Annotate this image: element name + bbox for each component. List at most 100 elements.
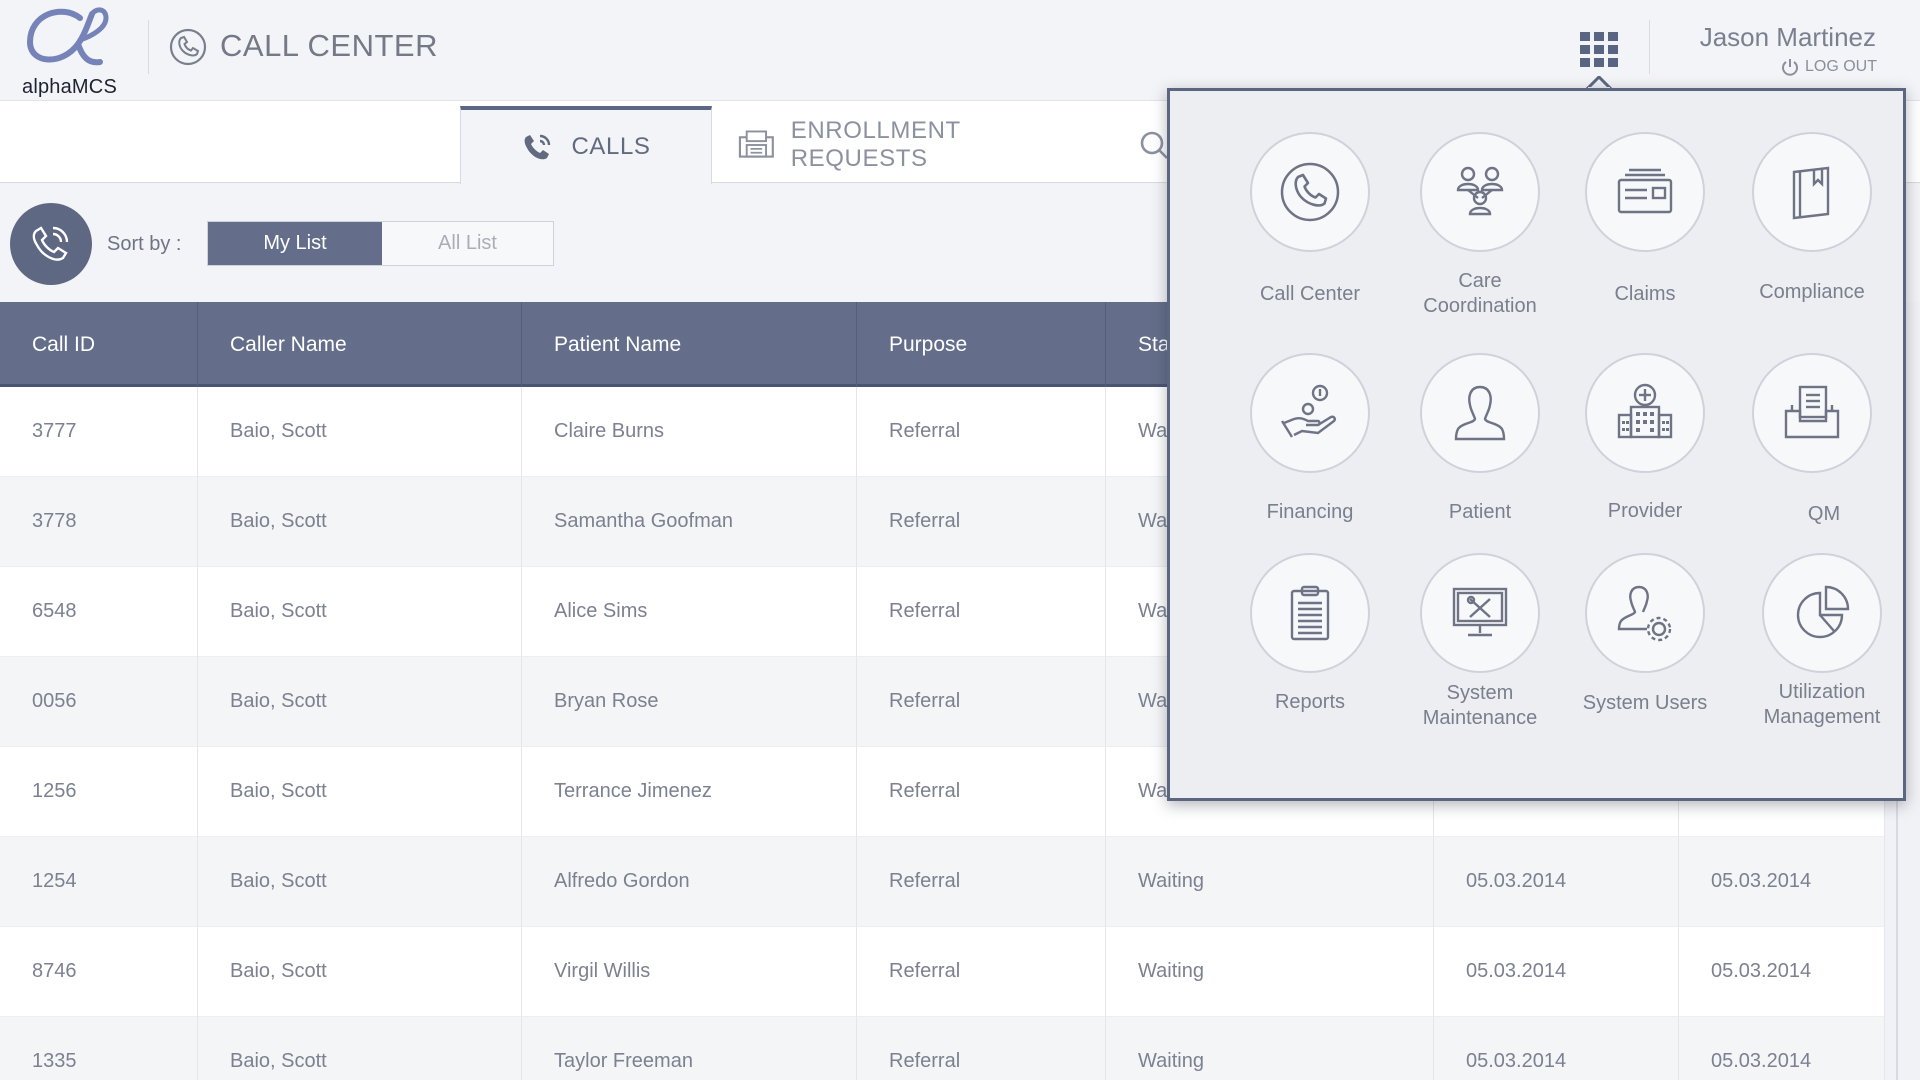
app-circle: [1585, 132, 1705, 252]
column-header-call-id[interactable]: Call ID: [0, 302, 198, 387]
cell-purpose: Referral: [857, 1017, 1106, 1080]
tab-enrollment-label: ENROLLMENT REQUESTS: [790, 117, 961, 172]
cell-call-id: 1256: [0, 747, 198, 837]
system-maintenance-icon: [1452, 587, 1508, 637]
cell-caller-name: Baio, Scott: [198, 657, 522, 747]
app-circle: [1752, 353, 1872, 473]
tab-enrollment-requests[interactable]: ENROLLMENT REQUESTS: [734, 106, 1094, 184]
cell-caller-name: Baio, Scott: [198, 567, 522, 657]
cell-date-2: 05.03.2014: [1679, 837, 1885, 927]
app-utilization-management[interactable]: Utilization Management: [1732, 553, 1912, 753]
phone-ringing-icon: [32, 226, 69, 261]
app-label: Reports: [1274, 691, 1346, 713]
cell-date-2: 05.03.2014: [1679, 927, 1885, 1017]
cell-patient-name: Alfredo Gordon: [522, 837, 857, 927]
user-name: Jason Martinez: [1699, 22, 1876, 52]
qm-inbox-icon: [1784, 385, 1840, 439]
app-circle: [1585, 353, 1705, 473]
app-header: alphaMCS CALL CENTER Jason Martinez LOG …: [0, 0, 1920, 101]
cell-call-id: 1335: [0, 1017, 198, 1080]
table-row[interactable]: 8746 Baio, Scott Virgil Willis Referral …: [0, 927, 1885, 1017]
apps-grid-button[interactable]: [1576, 28, 1622, 72]
cell-status: Waiting: [1106, 837, 1434, 927]
column-header-patient-name[interactable]: Patient Name: [522, 302, 857, 387]
cell-purpose: Referral: [857, 747, 1106, 837]
compliance-book-icon: [1792, 166, 1830, 220]
cell-patient-name: Bryan Rose: [522, 657, 857, 747]
my-list-button[interactable]: My List: [208, 222, 382, 265]
sort-by-label: Sort by :: [107, 233, 182, 255]
app-label: Patient: [1448, 501, 1512, 523]
list-filter-toggle: My List All List: [207, 221, 554, 266]
power-icon: [1782, 59, 1798, 76]
app-label: System Maintenance: [1422, 682, 1538, 729]
app-reports[interactable]: Reports: [1220, 553, 1400, 753]
cell-purpose: Referral: [857, 387, 1106, 477]
cell-call-id: 0056: [0, 657, 198, 747]
app-financing[interactable]: Financing: [1220, 353, 1400, 553]
cell-patient-name: Claire Burns: [522, 387, 857, 477]
cell-date-2: 05.03.2014: [1679, 1017, 1885, 1080]
logout-link[interactable]: LOG OUT: [1781, 58, 1877, 76]
phone-icon: [1280, 162, 1340, 222]
app-claims[interactable]: Claims: [1555, 132, 1735, 332]
app-system-maintenance[interactable]: System Maintenance: [1390, 553, 1570, 753]
phone-ringing-icon: [525, 134, 551, 160]
patient-icon: [1454, 385, 1506, 441]
cell-call-id: 8746: [0, 927, 198, 1017]
fax-icon: [738, 130, 774, 158]
app-provider[interactable]: Provider: [1555, 353, 1735, 553]
claims-icon: [1617, 168, 1673, 214]
system-users-icon: [1617, 585, 1672, 642]
app-compliance[interactable]: Compliance: [1722, 132, 1902, 332]
app-title: CALL CENTER: [220, 28, 438, 63]
cell-status: Waiting: [1106, 927, 1434, 1017]
app-patient[interactable]: Patient: [1390, 353, 1570, 553]
app-label: Utilization Management: [1763, 681, 1881, 728]
app-circle: [1250, 353, 1370, 473]
app-circle: [1420, 353, 1540, 473]
care-team-icon: [1456, 166, 1504, 216]
logout-label: LOG OUT: [1804, 58, 1877, 75]
app-qm[interactable]: QM: [1722, 353, 1902, 553]
tab-calls-label: CALLS: [571, 133, 651, 160]
app-care-coordination[interactable]: Care Coordination: [1390, 132, 1570, 332]
cell-caller-name: Baio, Scott: [198, 927, 522, 1017]
cell-purpose: Referral: [857, 837, 1106, 927]
cell-patient-name: Taylor Freeman: [522, 1017, 857, 1080]
cell-date-1: 05.03.2014: [1434, 837, 1679, 927]
app-label: Provider: [1607, 500, 1683, 522]
app-circle: [1585, 553, 1705, 673]
cell-patient-name: Alice Sims: [522, 567, 857, 657]
app-circle: [1420, 132, 1540, 252]
app-label: Care Coordination: [1423, 270, 1537, 317]
cell-call-id: 6548: [0, 567, 198, 657]
cell-patient-name: Samantha Goofman: [522, 477, 857, 567]
column-header-caller-name[interactable]: Caller Name: [198, 302, 522, 387]
call-action-button[interactable]: [10, 203, 92, 285]
cell-status: Waiting: [1106, 1017, 1434, 1080]
financing-hand-icon: [1280, 384, 1336, 438]
table-row[interactable]: 1335 Baio, Scott Taylor Freeman Referral…: [0, 1017, 1885, 1080]
cell-patient-name: Terrance Jimenez: [522, 747, 857, 837]
cell-purpose: Referral: [857, 657, 1106, 747]
tab-calls[interactable]: CALLS: [460, 106, 712, 184]
table-row[interactable]: 1254 Baio, Scott Alfredo Gordon Referral…: [0, 837, 1885, 927]
app-circle: [1420, 553, 1540, 673]
alphamcs-logo[interactable]: alphaMCS: [18, 6, 118, 98]
app-circle: [1762, 553, 1882, 673]
app-system-users[interactable]: System Users: [1555, 553, 1735, 753]
column-header-purpose[interactable]: Purpose: [857, 302, 1106, 387]
cell-call-id: 3777: [0, 387, 198, 477]
header-divider: [148, 20, 149, 74]
header-divider-right: [1649, 20, 1650, 74]
cell-caller-name: Baio, Scott: [198, 747, 522, 837]
utilization-pie-icon: [1796, 585, 1850, 639]
all-list-button[interactable]: All List: [382, 222, 553, 265]
logo-text: alphaMCS: [22, 76, 117, 98]
app-call-center[interactable]: Call Center: [1220, 132, 1400, 332]
app-circle: [1752, 132, 1872, 252]
app-label: System Users: [1582, 692, 1708, 714]
cell-caller-name: Baio, Scott: [198, 477, 522, 567]
reports-clipboard-icon: [1290, 585, 1330, 641]
